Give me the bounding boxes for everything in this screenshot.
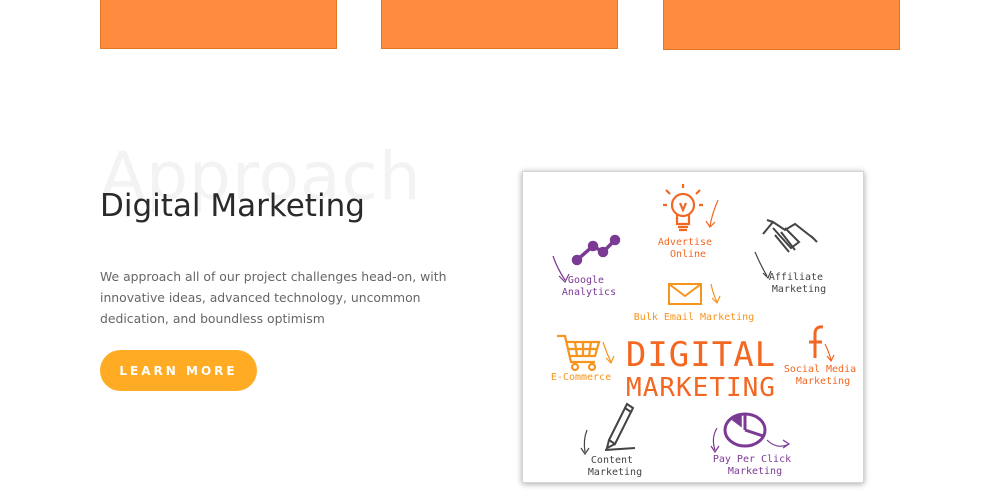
feature-card-1 — [100, 0, 337, 49]
email-label: Bulk Email Marketing — [634, 312, 754, 323]
envelope-icon — [668, 283, 721, 305]
advertise-label: Advertise Online — [658, 237, 718, 260]
section-title: Digital Marketing — [100, 188, 365, 224]
handshake-icon — [754, 219, 818, 280]
social-media-label: Social Media Marketing — [784, 364, 862, 387]
affiliate-label: Affiliate Marketing — [769, 272, 829, 295]
digital-marketing-illustration: Advertise Online Affiliate Marketing Goo… — [522, 171, 864, 483]
marketing-heading: MARKETING — [626, 373, 776, 403]
section-description: We approach all of our project challenge… — [100, 269, 447, 326]
ppc-label: Pay Per Click Marketing — [713, 454, 797, 477]
pencil-icon — [580, 402, 636, 456]
pie-chart-icon — [710, 412, 791, 454]
content-marketing-label: Content Marketing — [588, 455, 642, 478]
google-analytics-label: Google Analytics — [562, 275, 616, 298]
feature-card-3 — [663, 0, 900, 50]
shopping-cart-icon — [557, 334, 615, 372]
ecommerce-label: E-Commerce — [551, 372, 611, 383]
lightbulb-icon — [663, 184, 719, 232]
facebook-icon — [809, 325, 835, 363]
learn-more-button[interactable]: LEARN MORE — [100, 350, 257, 391]
feature-card-2 — [381, 0, 618, 49]
digital-heading: DIGITAL — [626, 335, 776, 375]
